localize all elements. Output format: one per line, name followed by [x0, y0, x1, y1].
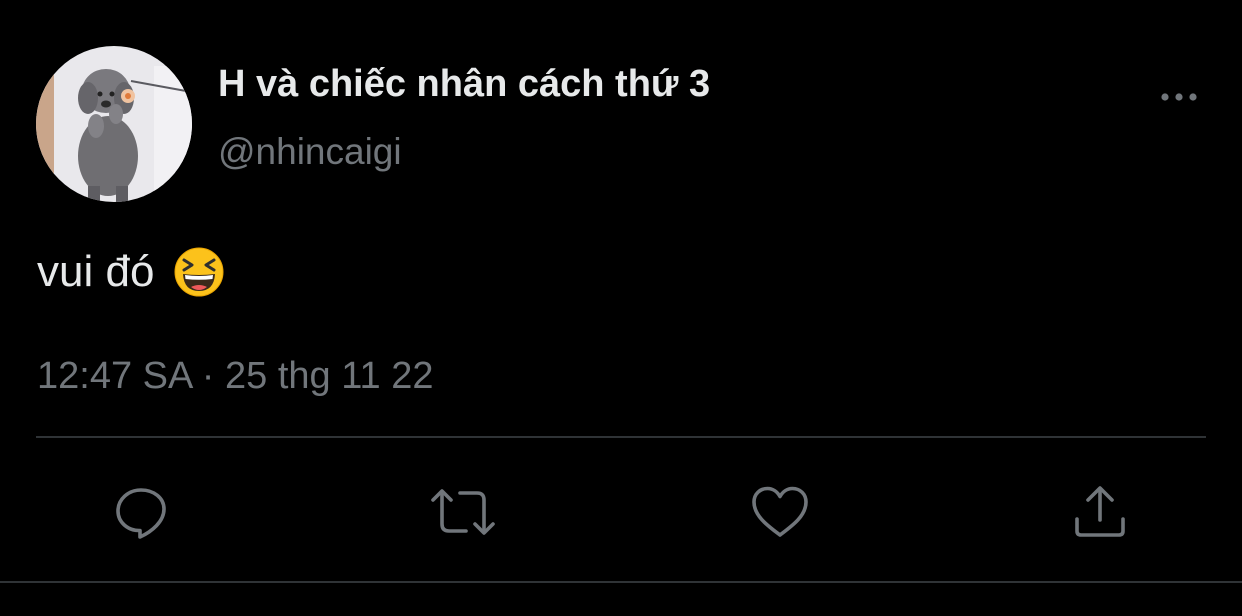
share-icon — [1075, 486, 1125, 537]
divider — [36, 436, 1206, 438]
more-horizontal-icon — [1161, 93, 1197, 101]
avatar-image — [36, 46, 192, 202]
reply-button[interactable] — [111, 482, 171, 542]
divider — [0, 581, 1242, 583]
user-handle[interactable]: @nhincaigi — [218, 128, 402, 176]
more-button[interactable] — [1156, 80, 1202, 114]
laughing-face-emoji-icon — [174, 247, 224, 297]
reply-icon — [116, 488, 166, 539]
like-button[interactable] — [750, 482, 810, 542]
avatar[interactable] — [36, 46, 192, 202]
tweet-text: vui đó — [37, 247, 155, 296]
heart-icon — [752, 486, 808, 537]
retweet-button[interactable] — [430, 482, 496, 542]
retweet-icon — [431, 489, 495, 535]
share-button[interactable] — [1070, 482, 1130, 542]
tweet-text-container: vui đó — [37, 244, 224, 300]
tweet-timestamp[interactable]: 12:47 SA · 25 thg 11 22 — [37, 352, 434, 400]
display-name[interactable]: H và chiếc nhân cách thứ 3 — [218, 60, 710, 108]
